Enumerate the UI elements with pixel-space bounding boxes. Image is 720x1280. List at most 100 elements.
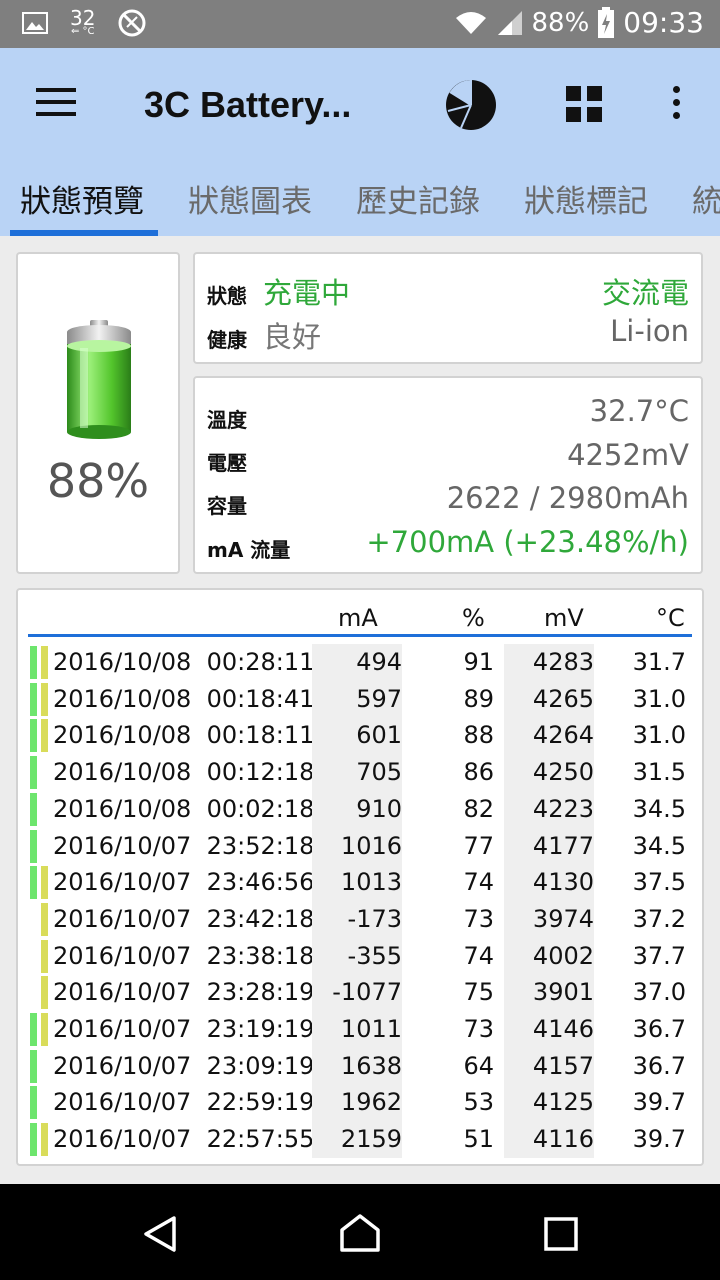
table-row[interactable]: 2016/10/07 23:28:19 -1077 75 3901 37.0 (18, 974, 702, 1012)
tab-history[interactable]: 歷史記錄 (356, 176, 480, 221)
signal-icon (497, 10, 522, 35)
charge-mark (30, 1123, 37, 1157)
cell-datetime: 2016/10/08 00:12:18 (53, 758, 315, 787)
event-mark (41, 1123, 48, 1157)
charge-mark (30, 646, 37, 679)
cell-percent: 86 (463, 758, 494, 787)
event-mark (41, 646, 48, 679)
status-bar: 32 ⇐ °C 88% 09:33 (0, 0, 720, 48)
charge-mark (30, 719, 37, 753)
table-row[interactable]: 2016/10/08 00:28:11 494 91 4283 31.7 (18, 644, 702, 681)
cell-temp: 31.0 (632, 684, 686, 713)
temperature-label: 溫度 (207, 408, 247, 432)
header-ma: mA (338, 604, 378, 632)
usb-icon: ⇐ °C (70, 26, 95, 37)
cell-mv: 4250 (504, 754, 594, 792)
capacity-label: 容量 (207, 494, 247, 518)
health-label: 健康 (207, 328, 247, 352)
grid-icon[interactable] (566, 86, 602, 122)
tab-status-chart[interactable]: 狀態圖表 (188, 176, 312, 221)
cell-mv: 4265 (504, 680, 594, 718)
cell-mv: 4130 (504, 864, 594, 902)
battery-percent: 88% (46, 454, 150, 508)
menu-icon[interactable] (36, 88, 76, 120)
status-value: 充電中 (263, 276, 351, 310)
voltage-label: 電壓 (207, 451, 247, 475)
cell-mv: 4264 (504, 717, 594, 755)
tab-statistics[interactable]: 統 (692, 176, 720, 221)
battery-card: 88% (16, 252, 180, 574)
power-source: 交流電 (601, 276, 689, 310)
status-card: 狀態 充電中 交流電 健康 良好 Li-ion (193, 252, 703, 364)
cell-ma: 1016 (312, 827, 402, 865)
header-divider (28, 634, 692, 637)
cell-percent: 77 (463, 831, 494, 860)
table-row[interactable]: 2016/10/07 23:09:19 1638 64 4157 36.7 (18, 1047, 702, 1085)
cell-mv: 4146 (504, 1011, 594, 1048)
table-row[interactable]: 2016/10/07 23:38:18 -355 74 4002 37.7 (18, 937, 702, 975)
cell-datetime: 2016/10/07 23:46:56 (53, 868, 315, 897)
cell-mv: 4223 (504, 790, 594, 828)
table-row[interactable]: 2016/10/07 23:46:56 1013 74 4130 37.5 (18, 864, 702, 902)
cell-temp: 39.7 (632, 1088, 686, 1117)
temperature-value: 32.7°C (589, 394, 689, 428)
cell-percent: 91 (463, 648, 494, 676)
table-row[interactable]: 2016/10/07 23:19:19 1011 73 4146 36.7 (18, 1011, 702, 1048)
home-icon[interactable] (338, 1212, 382, 1254)
cell-temp: 34.5 (632, 794, 686, 823)
table-row[interactable]: 2016/10/08 00:02:18 910 82 4223 34.5 (18, 790, 702, 828)
charge-mark (30, 866, 37, 900)
table-row[interactable]: 2016/10/07 22:59:19 1962 53 4125 39.7 (18, 1084, 702, 1122)
nav-bar (0, 1184, 720, 1280)
cell-datetime: 2016/10/07 22:57:55 (53, 1125, 315, 1154)
cell-percent: 53 (463, 1088, 494, 1117)
status-label: 狀態 (207, 284, 247, 308)
capacity-value: 2622 / 2980mAh (446, 481, 689, 515)
charge-mark (30, 829, 37, 863)
cell-temp: 34.5 (632, 831, 686, 860)
cell-mv: 4177 (504, 827, 594, 865)
more-vert-icon[interactable] (668, 86, 684, 126)
cell-temp: 37.0 (632, 978, 686, 1007)
recents-icon[interactable] (543, 1216, 579, 1252)
cell-percent: 73 (463, 904, 494, 933)
cell-ma: 705 (312, 754, 402, 792)
charge-mark (30, 756, 37, 790)
pie-chart-icon[interactable] (444, 78, 498, 132)
cell-percent: 75 (463, 978, 494, 1007)
cell-temp: 31.5 (632, 758, 686, 787)
cell-temp: 37.2 (632, 904, 686, 933)
current-flow-label: mA 流量 (207, 538, 291, 562)
tab-status-marks[interactable]: 狀態標記 (524, 176, 648, 221)
cell-percent: 89 (463, 684, 494, 713)
table-row[interactable]: 2016/10/08 00:18:41 597 89 4265 31.0 (18, 680, 702, 718)
cell-datetime: 2016/10/07 23:19:19 (53, 1015, 315, 1043)
charge-mark (30, 1049, 37, 1083)
back-icon[interactable] (140, 1214, 180, 1254)
cell-ma: 2159 (312, 1121, 402, 1159)
cell-mv: 4283 (504, 644, 594, 681)
cell-mv: 3974 (504, 900, 594, 938)
cell-mv: 4157 (504, 1047, 594, 1085)
cell-mv: 4116 (504, 1121, 594, 1159)
header-percent: % (462, 604, 485, 632)
tab-status-overview[interactable]: 狀態預覽 (20, 176, 144, 221)
table-row[interactable]: 2016/10/08 00:18:11 601 88 4264 31.0 (18, 717, 702, 755)
health-value: 良好 (263, 320, 322, 354)
history-table[interactable]: mA % mV °C 2016/10/08 00:28:11 494 91 4283 3… (16, 588, 704, 1166)
cell-ma: 910 (312, 790, 402, 828)
cell-temp: 37.5 (632, 868, 686, 897)
table-row[interactable]: 2016/10/07 23:52:18 1016 77 4177 34.5 (18, 827, 702, 865)
cell-percent: 51 (463, 1125, 494, 1154)
event-mark (41, 719, 48, 753)
table-row[interactable]: 2016/10/07 23:42:18 -173 73 3974 37.2 (18, 900, 702, 938)
cell-mv: 4125 (504, 1084, 594, 1122)
table-row[interactable]: 2016/10/07 22:57:55 2159 51 4116 39.7 (18, 1121, 702, 1159)
cell-temp: 31.0 (632, 721, 686, 750)
header-temp: °C (656, 604, 685, 632)
cell-datetime: 2016/10/07 23:42:18 (53, 904, 315, 933)
cell-percent: 82 (463, 794, 494, 823)
status-clock: 09:33 (623, 6, 704, 39)
event-mark (41, 976, 48, 1010)
table-row[interactable]: 2016/10/08 00:12:18 705 86 4250 31.5 (18, 754, 702, 792)
